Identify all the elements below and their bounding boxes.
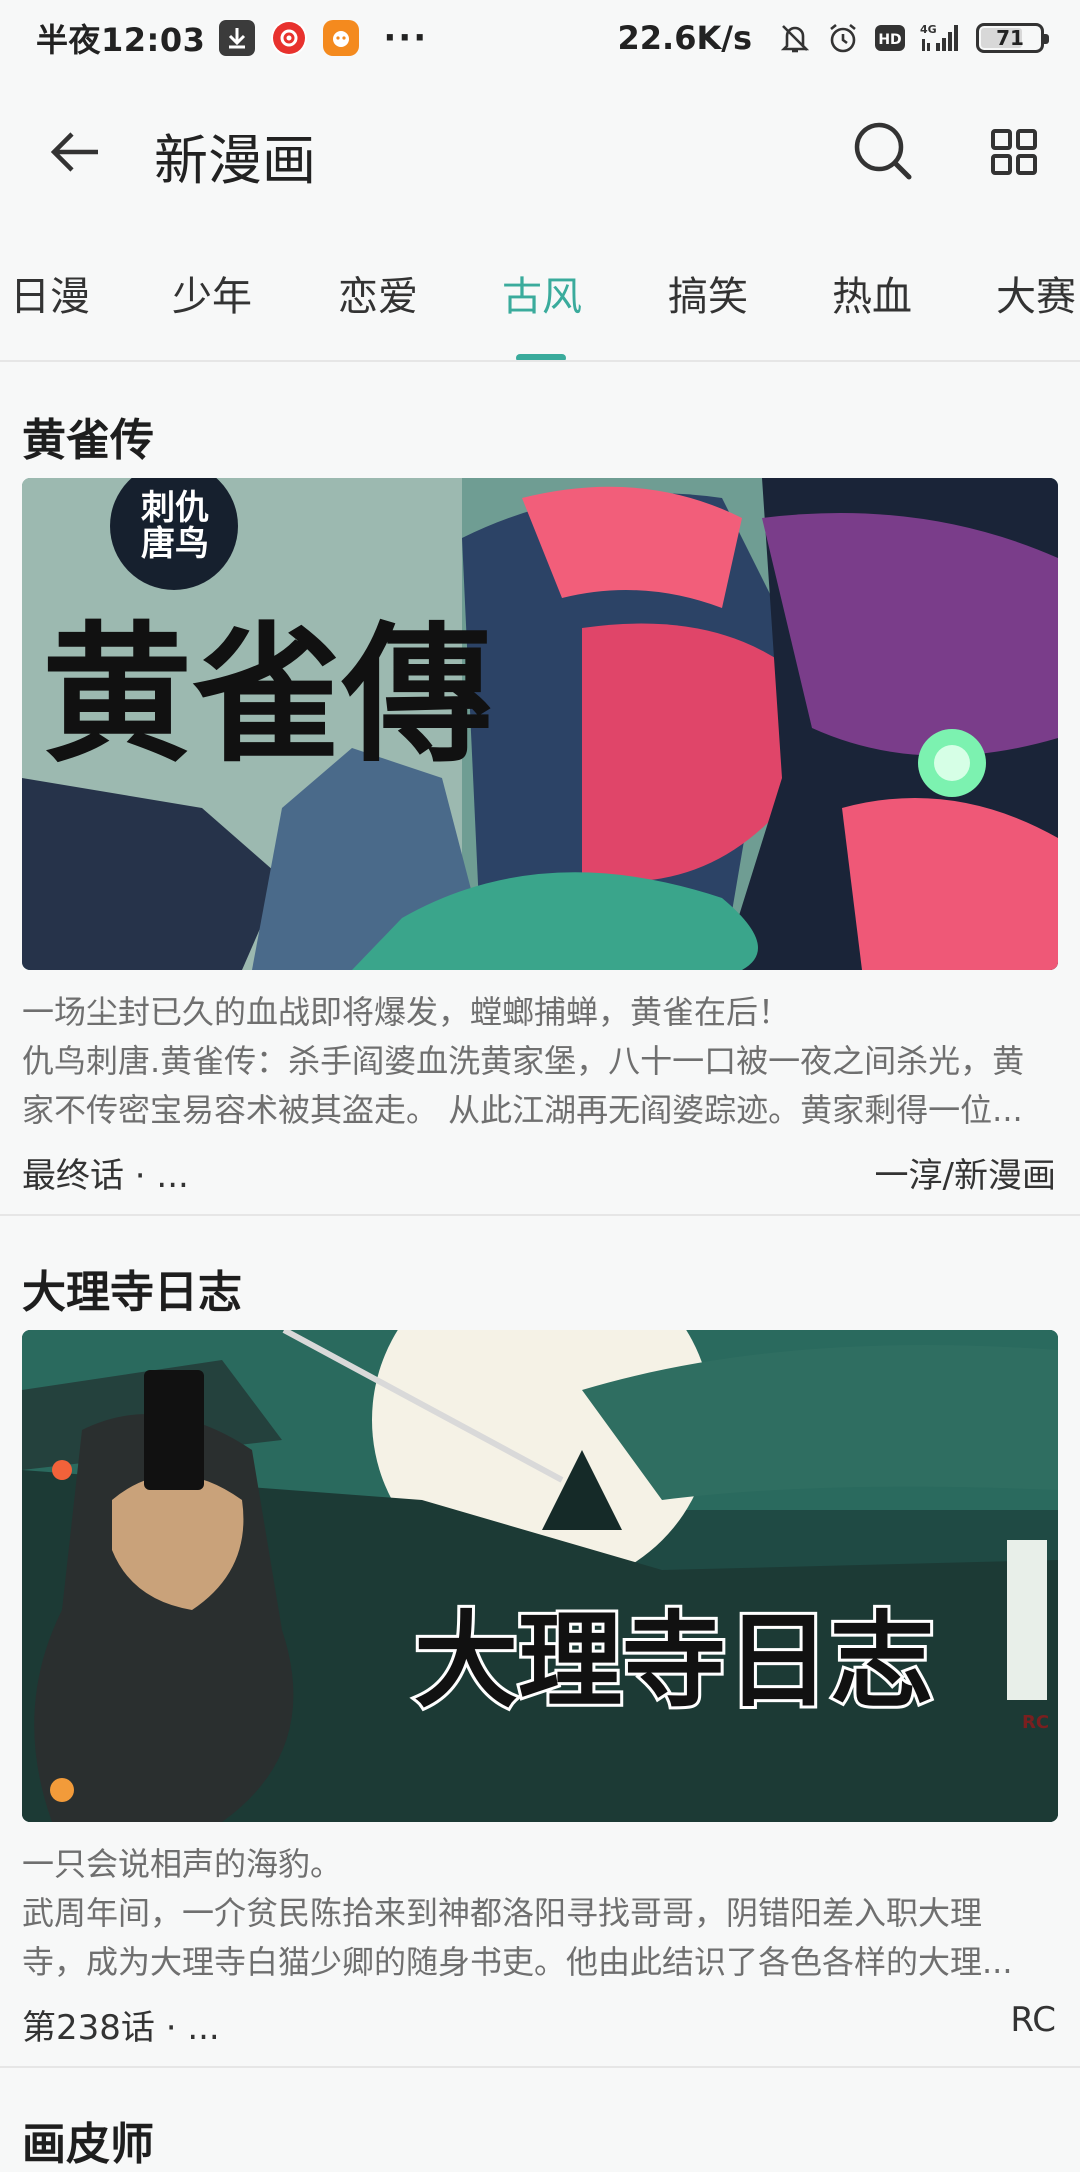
- cover-seal-text: RC: [1022, 1712, 1050, 1733]
- network-speed: 22.6K/s: [617, 19, 752, 57]
- comic-cover[interactable]: 黄雀傳 刺仇唐鸟: [22, 478, 1058, 970]
- search-button[interactable]: [848, 116, 918, 186]
- cover-title-text: 大理寺日志: [411, 1597, 937, 1725]
- comic-title: 大理寺日志: [22, 1267, 242, 1318]
- tab-rimann[interactable]: 日漫: [10, 264, 90, 322]
- description-line: 仇鸟刺唐.黄雀传：杀手阎婆血洗黄家堡，八十一口被一夜之间杀光，黄: [22, 1042, 1025, 1080]
- cover-title-text: 黄雀傳: [42, 609, 493, 783]
- card-divider: [0, 1214, 1080, 1216]
- description-line: 一场尘封已久的血战即将爆发，螳螂捕蝉，黄雀在后！: [22, 993, 791, 1031]
- more-notifications-icon: ···: [383, 18, 429, 58]
- back-arrow-icon: [50, 132, 98, 172]
- battery-icon: 71: [976, 23, 1049, 53]
- tab-gaoxiao[interactable]: 搞笑: [668, 264, 748, 322]
- grid-icon: [991, 129, 1037, 175]
- tab-rexue[interactable]: 热血: [832, 264, 912, 322]
- latest-chapter: 最终话 · ...: [22, 1156, 189, 1196]
- app-notification-icon: [323, 20, 360, 56]
- tab-gufeng[interactable]: 古风: [502, 264, 582, 322]
- search-icon: [854, 122, 912, 180]
- tab-dasai[interactable]: 大赛: [996, 264, 1076, 322]
- category-grid-button[interactable]: [984, 122, 1044, 182]
- status-bar: 半夜12:03 ··· 22.6K/s HD 4G 71: [0, 0, 1080, 76]
- description-line: 寺，成为大理寺白猫少卿的随身书吏。他由此结识了各色各样的大理...: [22, 1943, 1013, 1981]
- download-icon: [219, 20, 256, 56]
- description-line: 武周年间，一介贫民陈拾来到神都洛阳寻找哥哥，阴错阳差入职大理: [22, 1894, 983, 1932]
- netease-music-icon: [271, 20, 308, 56]
- tab-shaonian[interactable]: 少年: [172, 264, 252, 322]
- card-divider: [0, 2066, 1080, 2068]
- description-line: 一只会说相声的海豹。: [22, 1845, 343, 1883]
- cover-seal-text: 刺仇唐鸟: [141, 488, 209, 564]
- hd-voice-icon: HD: [874, 24, 906, 52]
- network-type: 4G: [920, 23, 937, 36]
- battery-level: 71: [996, 26, 1024, 50]
- app-bar: 新漫画: [0, 76, 1080, 228]
- comic-author: 一淳/新漫画: [874, 1156, 1056, 1196]
- tab-lianai[interactable]: 恋爱: [338, 264, 418, 322]
- comic-title: 画皮师: [22, 2119, 154, 2170]
- page-title: 新漫画: [154, 129, 316, 192]
- comic-author: RC: [1010, 2000, 1056, 2040]
- active-tab-indicator: [516, 354, 566, 360]
- signal-icon: 4G: [920, 21, 964, 55]
- comic-cover[interactable]: 大理寺日志 RC: [22, 1330, 1058, 1822]
- comic-description: 一只会说相声的海豹。 武周年间，一介贫民陈拾来到神都洛阳寻找哥哥，阴错阳差入职大…: [22, 1840, 1062, 1987]
- comic-description: 一场尘封已久的血战即将爆发，螳螂捕蝉，黄雀在后！ 仇鸟刺唐.黄雀传：杀手阎婆血洗…: [22, 988, 1062, 1135]
- latest-chapter: 第238话 · ...: [22, 2008, 220, 2048]
- mute-bell-icon: [778, 21, 812, 55]
- comic-title: 黄雀传: [22, 415, 154, 466]
- hd-label: HD: [878, 32, 901, 48]
- back-button[interactable]: [46, 122, 106, 182]
- category-tabs: 日漫 少年 恋爱 古风 搞笑 热血 大赛: [0, 228, 1080, 362]
- status-time: 半夜12:03: [36, 21, 206, 59]
- description-line: 家不传密宝易容术被其盗走。 从此江湖再无阎婆踪迹。黄家剩得一位...: [22, 1091, 1023, 1129]
- alarm-icon: [826, 21, 860, 55]
